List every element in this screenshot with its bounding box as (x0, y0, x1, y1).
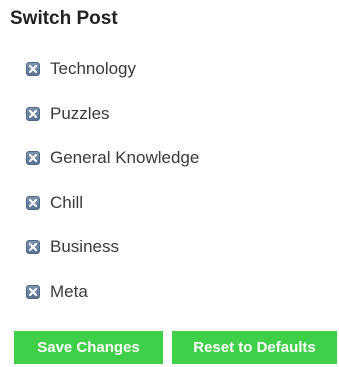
remove-x-icon[interactable] (26, 62, 40, 76)
category-label: General Knowledge (50, 148, 200, 167)
remove-x-icon[interactable] (26, 284, 40, 299)
switch-post-panel: Switch Post Technology Puzzles General K… (0, 0, 339, 367)
category-item-chill[interactable]: Chill (26, 192, 199, 214)
reset-to-defaults-button[interactable]: Reset to Defaults (172, 331, 337, 364)
category-item-general-knowledge[interactable]: General Knowledge (26, 147, 199, 169)
category-item-business[interactable]: Business (26, 236, 199, 258)
remove-x-icon[interactable] (26, 151, 40, 165)
category-label: Chill (50, 192, 84, 212)
category-item-puzzles[interactable]: Puzzles (26, 103, 199, 125)
panel-title: Switch Post (10, 8, 118, 29)
remove-x-icon[interactable] (26, 240, 40, 254)
category-label: Business (50, 237, 119, 256)
remove-x-icon[interactable] (26, 195, 40, 210)
category-label: Puzzles (50, 103, 110, 123)
remove-x-icon[interactable] (26, 106, 40, 121)
category-label: Technology (50, 59, 137, 78)
category-list: Technology Puzzles General Knowledge Chi… (26, 58, 199, 303)
category-label: Meta (50, 281, 88, 301)
save-changes-button[interactable]: Save Changes (14, 331, 163, 364)
category-item-meta[interactable]: Meta (26, 281, 199, 303)
category-item-technology[interactable]: Technology (26, 58, 199, 80)
